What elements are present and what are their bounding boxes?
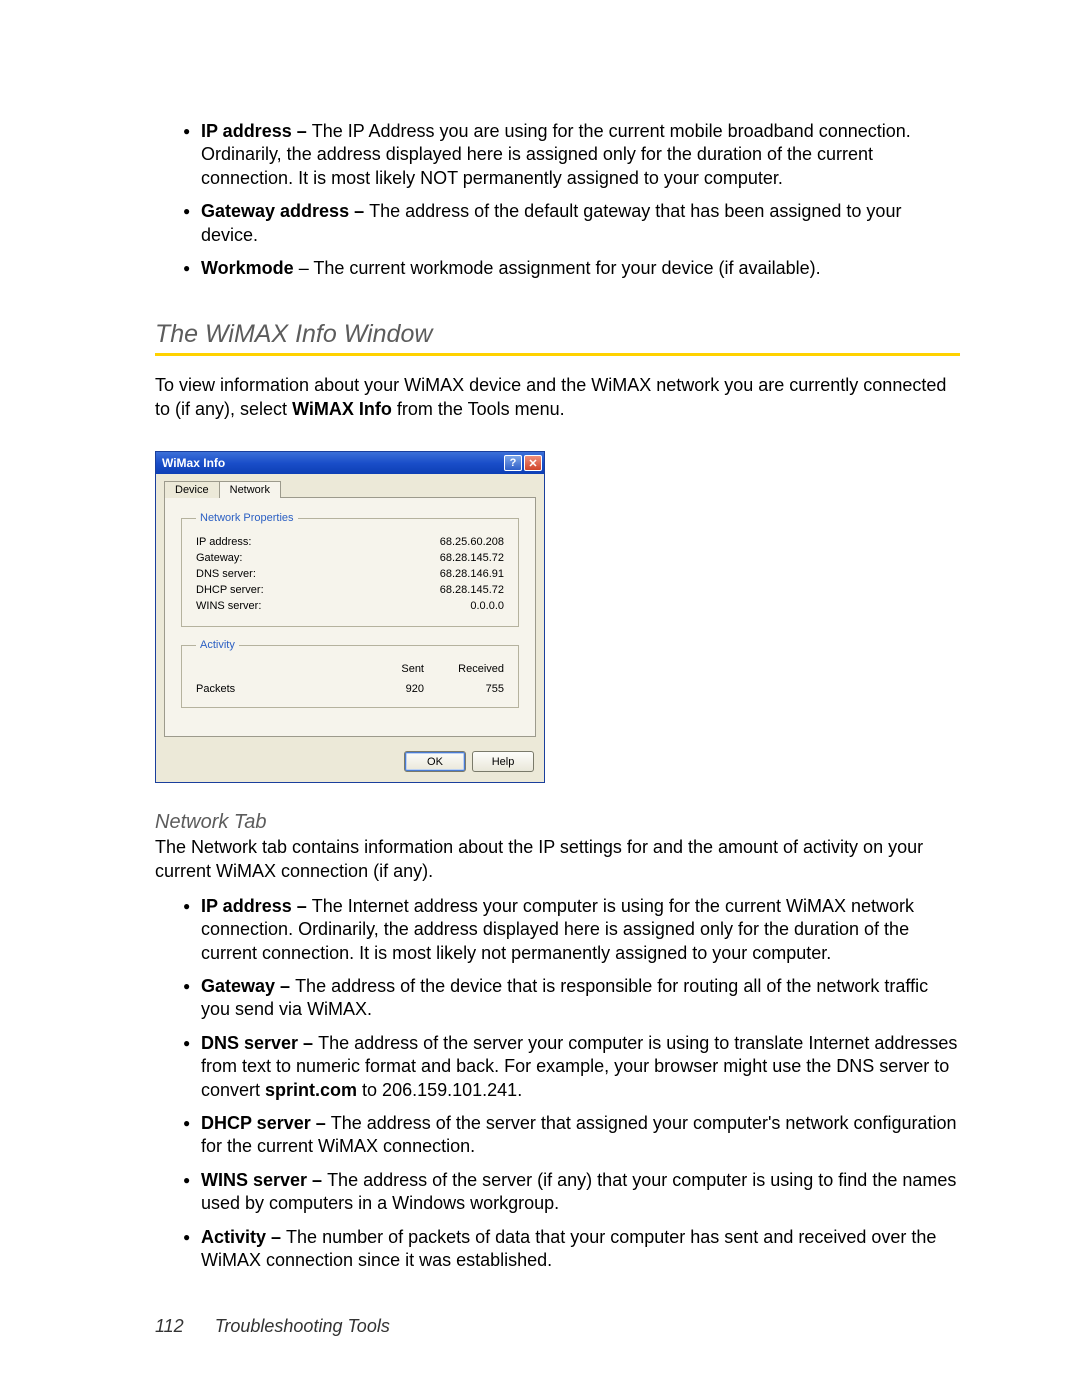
desc-bold: sprint.com (265, 1080, 357, 1100)
term: DHCP server – (201, 1113, 331, 1133)
desc: The address of the device that is respon… (201, 976, 928, 1019)
term: WINS server – (201, 1170, 327, 1190)
term: DNS server – (201, 1033, 318, 1053)
value: 68.28.145.72 (394, 584, 504, 596)
spacer (196, 663, 344, 675)
row-gateway: Gateway: 68.28.145.72 (196, 550, 504, 566)
tab-device[interactable]: Device (164, 481, 220, 498)
packets-received: 755 (424, 683, 504, 695)
label: DHCP server: (196, 584, 394, 596)
close-icon[interactable]: ✕ (524, 455, 542, 471)
intro-text-2: from the Tools menu. (392, 399, 565, 419)
titlebar: WiMax Info ? ✕ (156, 452, 544, 474)
help-button[interactable]: Help (472, 751, 534, 772)
group-legend-activity: Activity (196, 639, 239, 651)
help-icon[interactable]: ? (504, 455, 522, 471)
label: Gateway: (196, 552, 394, 564)
value: 0.0.0.0 (394, 600, 504, 612)
bullet-ip-address: IP address – The IP Address you are usin… (155, 120, 960, 190)
tab-network[interactable]: Network (219, 481, 281, 498)
intro-bold: WiMAX Info (292, 399, 392, 419)
document-page: IP address – The IP Address you are usin… (0, 0, 1080, 1362)
col-sent: Sent (344, 663, 424, 675)
def-ip-address: IP address – The Internet address your c… (155, 895, 960, 965)
row-dns: DNS server: 68.28.146.91 (196, 566, 504, 582)
sub-intro-paragraph: The Network tab contains information abo… (155, 836, 960, 883)
def-gateway: Gateway – The address of the device that… (155, 975, 960, 1022)
intro-paragraph: To view information about your WiMAX dev… (155, 374, 960, 421)
window-title: WiMax Info (162, 456, 502, 470)
term: Activity – (201, 1227, 286, 1247)
row-label: Packets (196, 683, 344, 695)
activity-packets-row: Packets 920 755 (196, 683, 504, 695)
desc-post: to 206.159.101.241. (357, 1080, 522, 1100)
wimax-info-window: WiMax Info ? ✕ Device Network Network Pr… (155, 451, 545, 783)
subheading-network-tab: Network Tab (155, 811, 960, 834)
label: IP address: (196, 536, 394, 548)
term: Gateway – (201, 976, 295, 996)
label: WINS server: (196, 600, 394, 612)
value: 68.28.146.91 (394, 568, 504, 580)
def-activity: Activity – The number of packets of data… (155, 1226, 960, 1273)
definitions-list: IP address – The Internet address your c… (155, 895, 960, 1272)
def-wins-server: WINS server – The address of the server … (155, 1169, 960, 1216)
section-title: The WiMAX Info Window (155, 320, 960, 349)
term: IP address – (201, 896, 312, 916)
row-dhcp: DHCP server: 68.28.145.72 (196, 582, 504, 598)
row-wins: WINS server: 0.0.0.0 (196, 598, 504, 614)
page-footer: 112 Troubleshooting Tools (155, 1316, 390, 1337)
value: 68.25.60.208 (394, 536, 504, 548)
tab-panel-network: Network Properties IP address: 68.25.60.… (164, 497, 536, 737)
label: DNS server: (196, 568, 394, 580)
value: 68.28.145.72 (394, 552, 504, 564)
term: IP address – (201, 121, 312, 141)
tabs-row: Device Network (156, 474, 544, 497)
top-bullet-list: IP address – The IP Address you are usin… (155, 120, 960, 280)
groupbox-network-properties: Network Properties IP address: 68.25.60.… (181, 512, 519, 627)
section-rule (155, 353, 960, 356)
footer-title: Troubleshooting Tools (215, 1316, 390, 1336)
group-legend-network: Network Properties (196, 512, 298, 524)
desc: The number of packets of data that your … (201, 1227, 936, 1270)
desc: – The current workmode assignment for yo… (294, 258, 821, 278)
ok-button[interactable]: OK (404, 751, 466, 772)
packets-sent: 920 (344, 683, 424, 695)
activity-header-row: Sent Received (196, 661, 504, 683)
bullet-gateway-address: Gateway address – The address of the def… (155, 200, 960, 247)
dialog-button-row: OK Help (156, 745, 544, 782)
term: Workmode (201, 258, 294, 278)
groupbox-activity: Activity Sent Received Packets 920 755 (181, 639, 519, 708)
row-ip: IP address: 68.25.60.208 (196, 534, 504, 550)
def-dns-server: DNS server – The address of the server y… (155, 1032, 960, 1102)
col-received: Received (424, 663, 504, 675)
def-dhcp-server: DHCP server – The address of the server … (155, 1112, 960, 1159)
bullet-workmode: Workmode – The current workmode assignme… (155, 257, 960, 280)
page-number: 112 (155, 1316, 184, 1336)
term: Gateway address – (201, 201, 369, 221)
